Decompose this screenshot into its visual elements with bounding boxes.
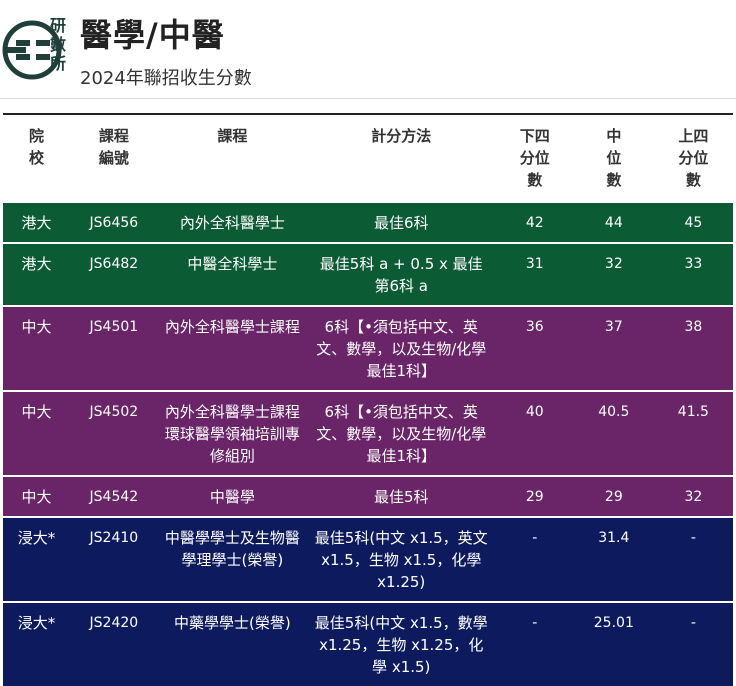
cell-code: JS4502 xyxy=(69,390,158,476)
cell-institution: 中大 xyxy=(3,475,70,517)
cell-method: 最佳5科 a + 0.5 x 最佳第6科 a xyxy=(306,242,496,306)
cell-programme: 中醫學 xyxy=(157,475,307,517)
table-row: 港大 JS6482 中醫全科學士 最佳5科 a + 0.5 x 最佳第6科 a … xyxy=(3,242,733,306)
table-row: 中大 JS4502 內外全科醫學士課程環球醫學領袖培訓專修組別 6科【•須包括中… xyxy=(3,390,733,476)
cell-institution: 浸大* xyxy=(3,601,70,686)
cell-code: JS4501 xyxy=(69,305,158,391)
cell-code: JS6456 xyxy=(69,201,158,243)
page-header: 研 數 所 醫學/中醫 2024年聯招收生分數 xyxy=(0,0,736,99)
cell-institution: 港大 xyxy=(3,242,70,306)
cell-lower-quartile: 42 xyxy=(495,201,574,243)
cell-programme: 內外全科醫學士 xyxy=(157,201,307,243)
cell-method: 最佳5科(中文 x1.5，數學 x1.25，生物 x1.25，化學 x1.5) xyxy=(306,601,496,686)
cell-programme: 內外全科醫學士課程環球醫學領袖培訓專修組別 xyxy=(157,390,307,476)
cell-code: JS2420 xyxy=(69,601,158,686)
table-row: 中大 JS4501 內外全科醫學士課程 6科【•須包括中文、英文、數學，以及生物… xyxy=(3,305,733,391)
cell-programme: 中醫學學士及生物醫學理學士(榮譽) xyxy=(157,516,307,602)
cell-institution: 港大 xyxy=(3,201,70,243)
page-title: 醫學/中醫 xyxy=(80,16,225,54)
header-upper-quartile: 上四 分位 數 xyxy=(678,127,709,189)
cell-median: 32 xyxy=(573,242,654,306)
header-method: 計分方法 xyxy=(371,127,432,145)
cell-code: JS2410 xyxy=(69,516,158,602)
cell-upper-quartile: 38 xyxy=(653,305,733,391)
cell-lower-quartile: 31 xyxy=(495,242,574,306)
header-institution: 院 校 xyxy=(28,127,44,167)
cell-median: 44 xyxy=(573,201,654,243)
page-subtitle: 2024年聯招收生分數 xyxy=(80,68,252,89)
cell-lower-quartile: - xyxy=(495,601,574,686)
cell-median: 40.5 xyxy=(573,390,654,476)
table-row: 浸大* JS2420 中藥學學士(榮譽) 最佳5科(中文 x1.5，數學 x1.… xyxy=(3,601,733,686)
cell-code: JS6482 xyxy=(69,242,158,306)
table-row: 港大 JS6456 內外全科醫學士 最佳6科 42 44 45 xyxy=(3,201,733,243)
cell-method: 6科【•須包括中文、英文、數學，以及生物/化學最佳1科】 xyxy=(306,305,496,391)
cell-programme: 中藥學學士(榮譽) xyxy=(157,601,307,686)
cell-upper-quartile: 32 xyxy=(653,475,733,517)
cell-median: 37 xyxy=(573,305,654,391)
logo-text: 研 數 所 xyxy=(50,16,67,73)
table-header-row: 院 校 課程 編號 課程 計分方法 下四 分位 數 中 位 數 上四 分位 數 xyxy=(3,114,733,202)
logo: 研 數 所 xyxy=(2,14,74,86)
cell-lower-quartile: 29 xyxy=(495,475,574,517)
header-lower-quartile: 下四 分位 數 xyxy=(519,127,550,189)
admission-scores-table: 院 校 課程 編號 課程 計分方法 下四 分位 數 中 位 數 上四 分位 數 xyxy=(3,113,733,686)
cell-code: JS4542 xyxy=(69,475,158,517)
header-code: 課程 編號 xyxy=(98,127,129,167)
cell-lower-quartile: 36 xyxy=(495,305,574,391)
cell-institution: 浸大* xyxy=(3,516,70,602)
cell-institution: 中大 xyxy=(3,305,70,391)
cell-method: 最佳5科 xyxy=(306,475,496,517)
cell-upper-quartile: - xyxy=(653,516,733,602)
header-programme: 課程 xyxy=(217,127,248,145)
table-row: 浸大* JS2410 中醫學學士及生物醫學理學士(榮譽) 最佳5科(中文 x1.… xyxy=(3,516,733,602)
cell-method: 最佳6科 xyxy=(306,201,496,243)
cell-median: 31.4 xyxy=(573,516,654,602)
table-row: 中大 JS4542 中醫學 最佳5科 29 29 32 xyxy=(3,475,733,517)
cell-upper-quartile: 33 xyxy=(653,242,733,306)
cell-upper-quartile: - xyxy=(653,601,733,686)
cell-lower-quartile: - xyxy=(495,516,574,602)
cell-median: 25.01 xyxy=(573,601,654,686)
cell-programme: 內外全科醫學士課程 xyxy=(157,305,307,391)
header-median: 中 位 數 xyxy=(606,127,622,189)
cell-institution: 中大 xyxy=(3,390,70,476)
cell-lower-quartile: 40 xyxy=(495,390,574,476)
cell-median: 29 xyxy=(573,475,654,517)
cell-method: 最佳5科(中文 x1.5，英文 x1.5，生物 x1.5，化學 x1.25) xyxy=(306,516,496,602)
cell-programme: 中醫全科學士 xyxy=(157,242,307,306)
cell-upper-quartile: 45 xyxy=(653,201,733,243)
cell-upper-quartile: 41.5 xyxy=(653,390,733,476)
cell-method: 6科【•須包括中文、英文、數學，以及生物/化學最佳1科】 xyxy=(306,390,496,476)
